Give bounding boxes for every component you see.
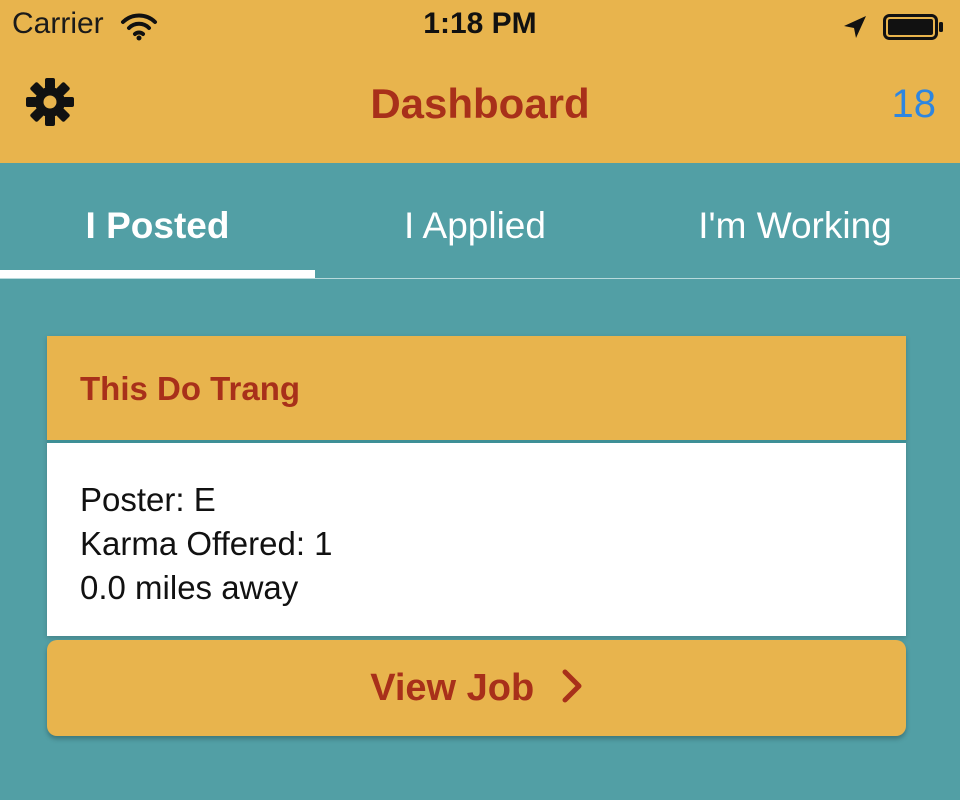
page-title: Dashboard	[370, 80, 590, 127]
view-job-label: View Job	[370, 667, 535, 709]
tab-i-posted[interactable]: I Posted	[0, 163, 315, 279]
job-card-header: This Do Trang	[47, 336, 906, 443]
view-job-button[interactable]: View Job	[47, 640, 906, 736]
job-card: This Do Trang Poster: E Karma Offered: 1…	[47, 336, 906, 636]
active-tab-indicator	[0, 270, 315, 278]
job-title: This Do Trang	[80, 370, 301, 407]
tab-im-working[interactable]: I'm Working	[640, 163, 950, 279]
job-karma-offered: Karma Offered: 1	[80, 525, 333, 562]
nav-bar: Dashboard 18	[0, 52, 960, 163]
header: Carrier 1:18 PM Dashboard 18	[0, 0, 960, 163]
status-time: 1:18 PM	[423, 7, 537, 40]
chevron-right-icon	[562, 669, 582, 703]
tab-i-applied[interactable]: I Applied	[320, 163, 630, 279]
location-arrow-icon	[844, 16, 866, 38]
status-bar: Carrier 1:18 PM	[0, 0, 960, 52]
karma-count-button[interactable]: 18	[892, 82, 937, 127]
tab-divider	[0, 278, 960, 279]
tab-bar: I Posted I Applied I'm Working	[0, 163, 960, 279]
job-card-body: Poster: E Karma Offered: 1 0.0 miles awa…	[47, 443, 906, 636]
view-job-label-wrap: View Job	[47, 667, 906, 710]
battery-icon	[883, 14, 943, 40]
job-poster: Poster: E	[80, 481, 216, 518]
job-distance: 0.0 miles away	[80, 569, 299, 606]
